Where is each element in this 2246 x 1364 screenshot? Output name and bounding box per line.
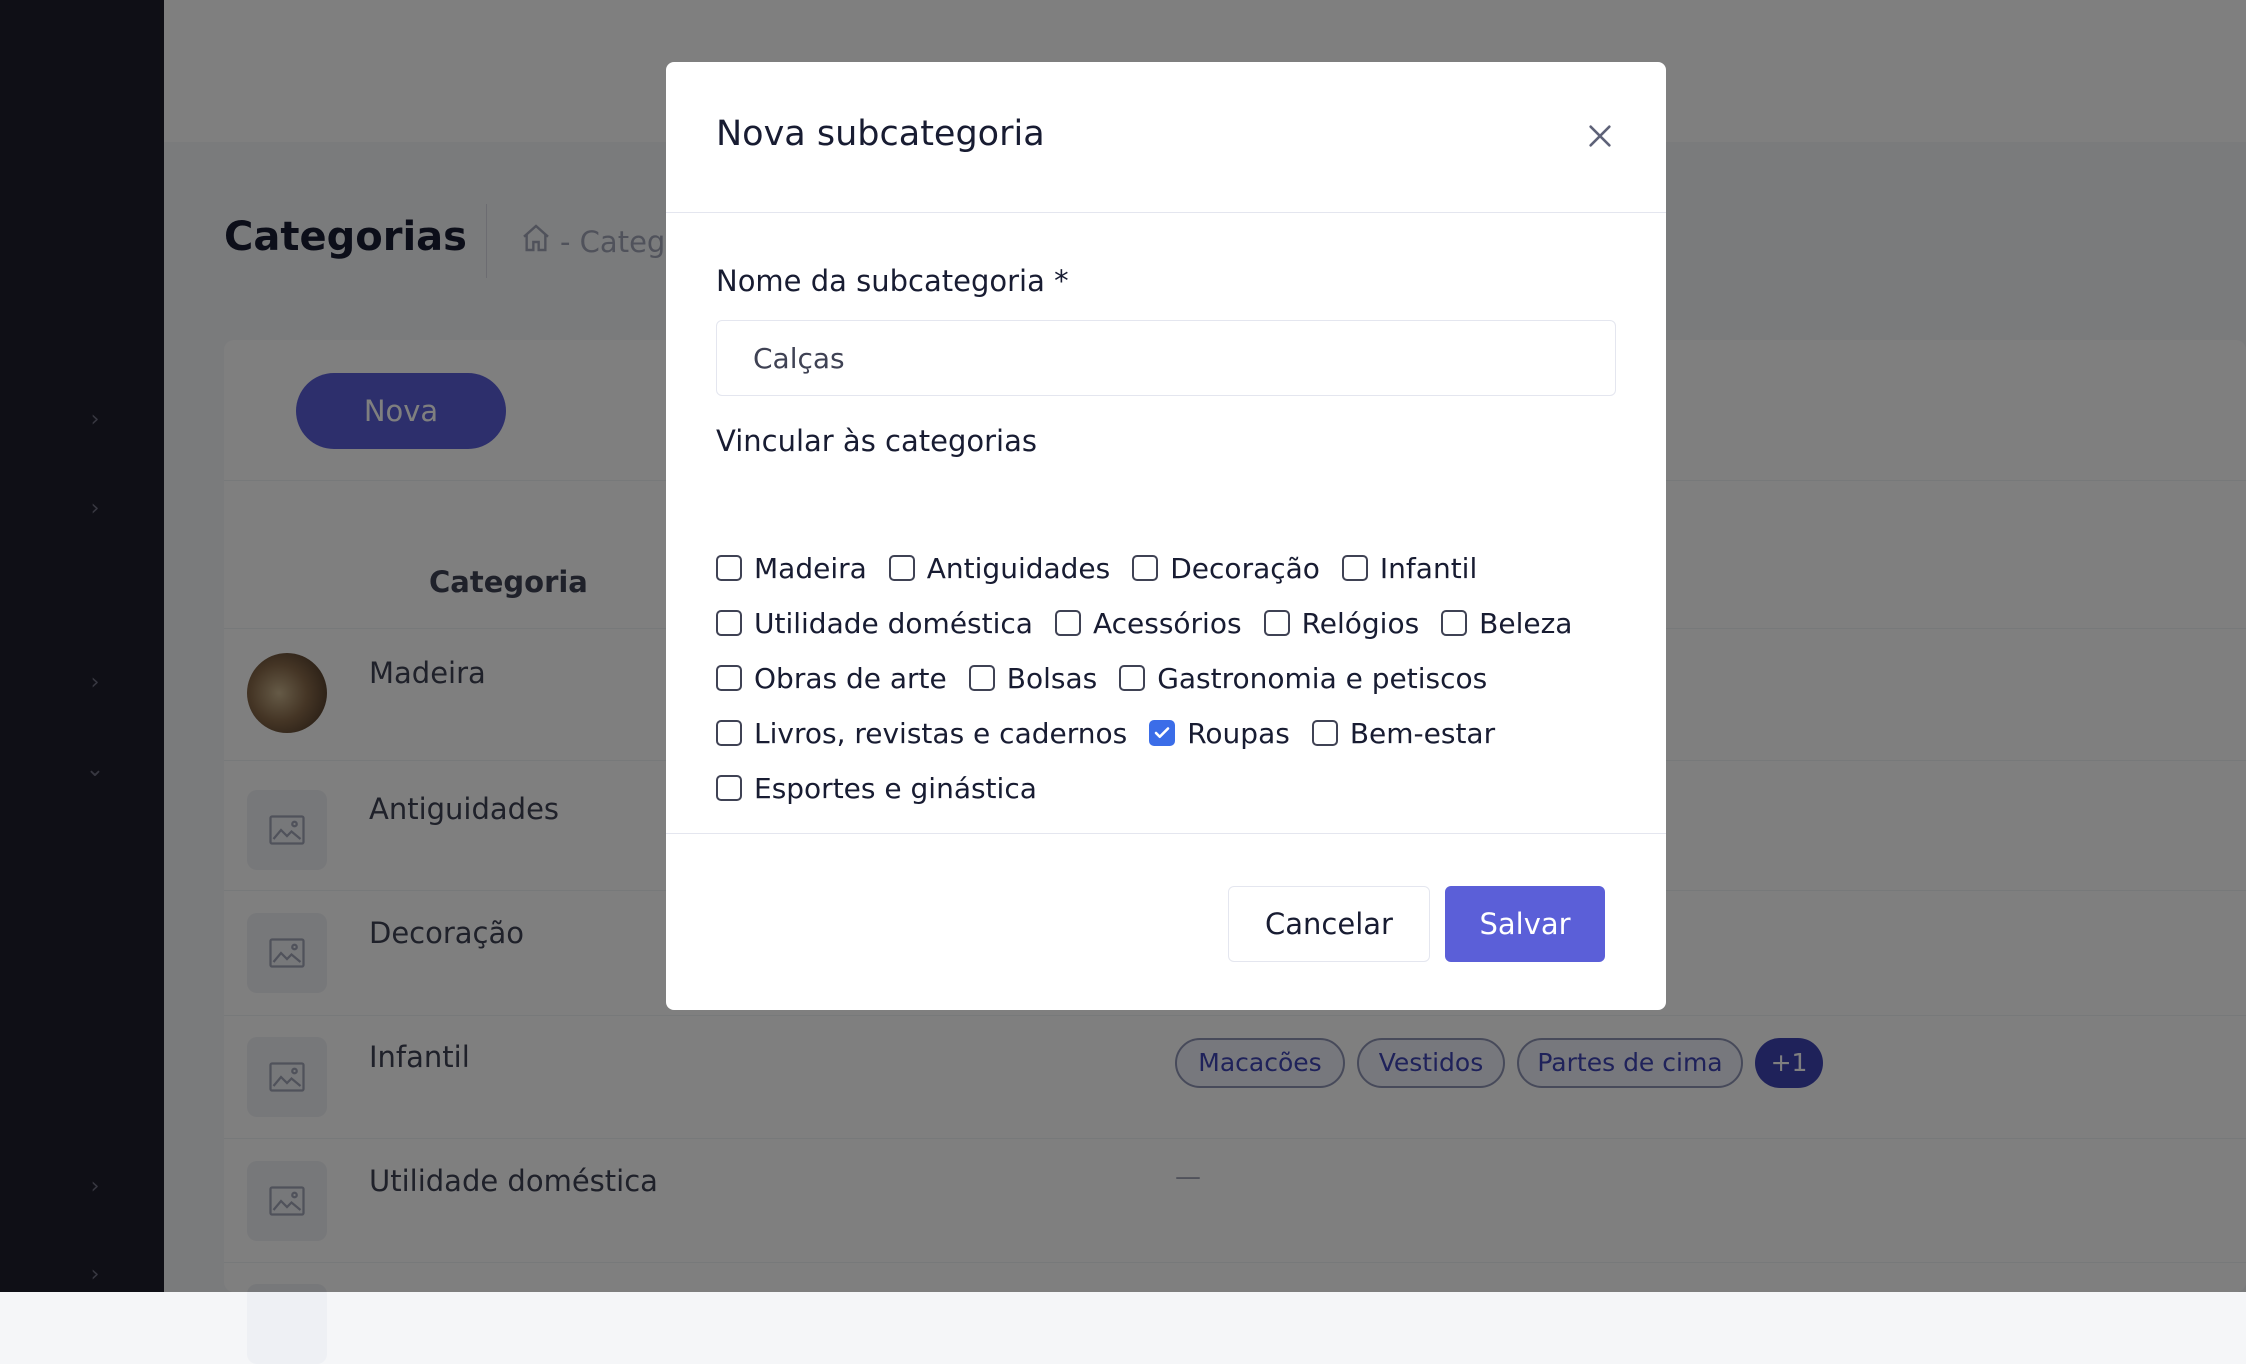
checkbox-row: Obras de arte Bolsas Gastronomia e petis…	[716, 658, 1487, 698]
checkbox[interactable]	[1132, 555, 1159, 581]
category-checkbox[interactable]: Beleza	[1441, 607, 1572, 640]
checkbox-row: Esportes e ginástica	[716, 768, 1037, 808]
checkbox[interactable]	[716, 610, 742, 636]
close-icon[interactable]	[1578, 114, 1622, 158]
link-categories-label: Vincular às categorias	[716, 424, 1037, 458]
category-checkbox[interactable]: Madeira	[716, 552, 867, 585]
checkbox[interactable]	[1311, 720, 1338, 746]
category-checkbox[interactable]: Obras de arte	[716, 662, 947, 695]
checkbox[interactable]	[1054, 610, 1081, 636]
modal-footer-divider	[666, 833, 1666, 834]
modal-header-divider	[666, 212, 1666, 213]
modal-title: Nova subcategoria	[716, 114, 1045, 154]
category-thumbnail	[247, 1284, 327, 1364]
category-checkbox[interactable]: Acessórios	[1054, 607, 1242, 640]
checkbox[interactable]	[1263, 610, 1290, 636]
category-checkbox-roupas[interactable]: Roupas	[1149, 717, 1290, 750]
checkbox[interactable]	[888, 555, 915, 581]
category-checkbox[interactable]: Bolsas	[968, 662, 1097, 695]
checkbox[interactable]	[1341, 555, 1368, 581]
checkbox[interactable]	[716, 555, 742, 581]
category-checkbox[interactable]: Utilidade doméstica	[716, 607, 1033, 640]
subcategory-name-input[interactable]	[716, 320, 1616, 396]
checkbox-row: Livros, revistas e cadernos Roupas Bem-e…	[716, 713, 1495, 753]
category-checkbox[interactable]: Relógios	[1263, 607, 1419, 640]
checkbox[interactable]	[716, 775, 742, 801]
category-checkbox[interactable]: Infantil	[1341, 552, 1477, 585]
checkbox-checked[interactable]	[1149, 720, 1176, 746]
save-button[interactable]: Salvar	[1445, 886, 1605, 962]
category-checkbox[interactable]: Esportes e ginástica	[716, 772, 1037, 805]
category-checkbox[interactable]: Livros, revistas e cadernos	[716, 717, 1127, 750]
cancel-button[interactable]: Cancelar	[1228, 886, 1430, 962]
checkmark-icon	[1154, 727, 1170, 739]
checkbox-row: Utilidade doméstica Acessórios Relógios …	[716, 603, 1572, 643]
category-checkbox[interactable]: Antiguidades	[888, 552, 1110, 585]
checkbox[interactable]	[1119, 665, 1146, 691]
category-checkbox[interactable]: Decoração	[1132, 552, 1320, 585]
checkbox-row: Madeira Antiguidades Decoração Infantil	[716, 548, 1477, 588]
category-checkbox[interactable]: Gastronomia e petiscos	[1119, 662, 1487, 695]
checkbox[interactable]	[1441, 610, 1468, 636]
checkbox[interactable]	[716, 665, 742, 691]
checkbox[interactable]	[716, 720, 742, 746]
category-checkbox[interactable]: Bem-estar	[1311, 717, 1495, 750]
subcategory-name-label: Nome da subcategoria *	[716, 264, 1069, 298]
checkbox[interactable]	[968, 665, 995, 691]
new-subcategory-modal: Nova subcategoria Nome da subcategoria *…	[666, 62, 1666, 1010]
